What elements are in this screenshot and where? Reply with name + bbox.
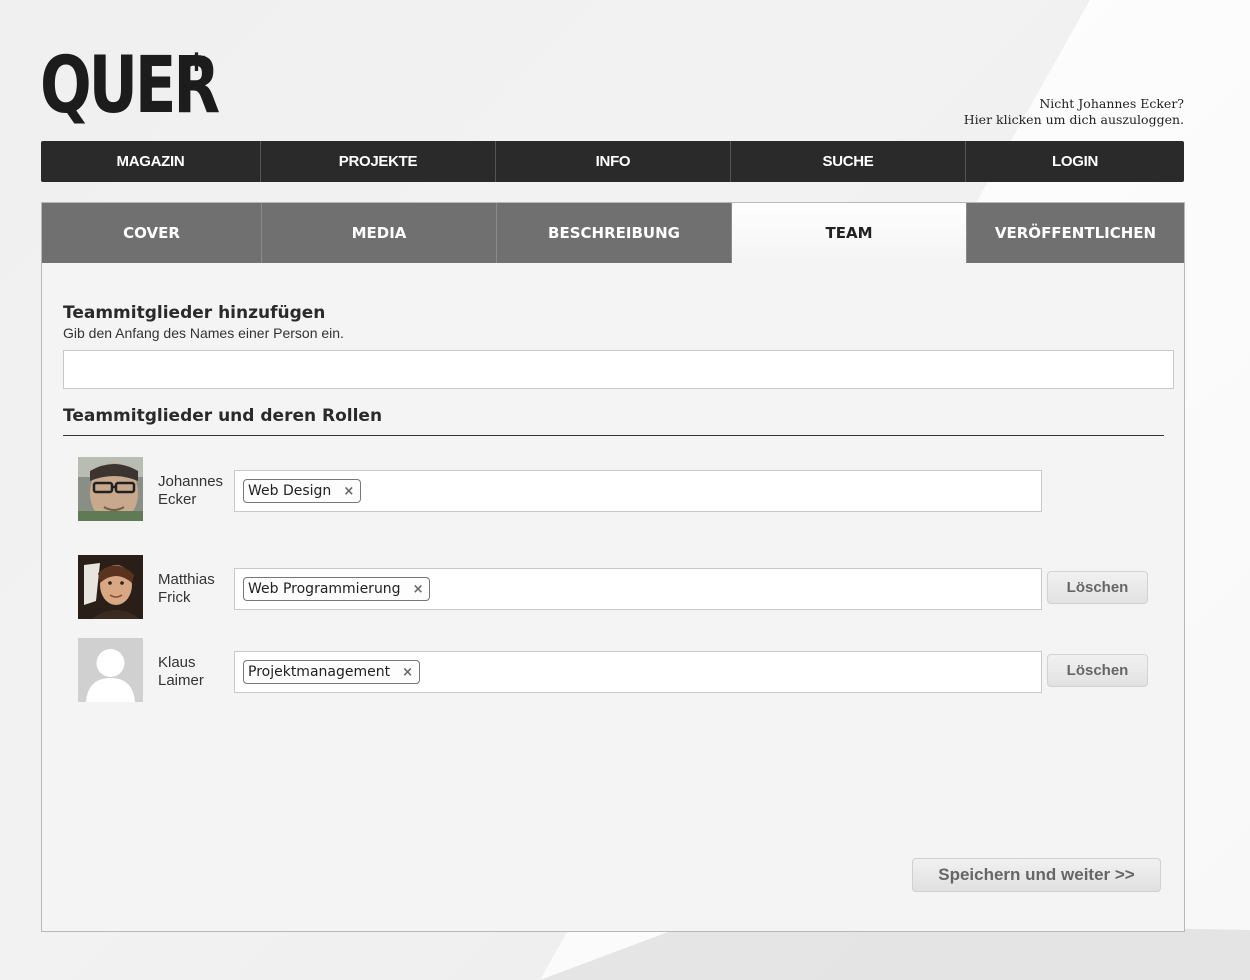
roles-title: Teammitglieder und deren Rollen xyxy=(63,406,383,426)
photo-avatar-icon xyxy=(78,457,143,521)
logo-asterisk: * xyxy=(186,46,207,92)
role-tag: Projektmanagement × xyxy=(243,660,420,684)
role-tag-label: Web Design xyxy=(248,483,332,499)
nav-item-login[interactable]: LOGIN xyxy=(966,141,1184,182)
logout-link[interactable]: Hier klicken um dich auszuloggen. xyxy=(964,112,1184,128)
member-row: Johannes Ecker Web Design × xyxy=(78,457,1158,523)
save-and-continue-button[interactable]: Speichern und weiter >> xyxy=(912,858,1161,892)
project-tabs: COVER MEDIA BESCHREIBUNG TEAM VERÖFFENTL… xyxy=(42,203,1184,263)
main-navigation: MAGAZIN PROJEKTE INFO SUCHE LOGIN xyxy=(41,141,1184,182)
nav-item-suche[interactable]: SUCHE xyxy=(731,141,966,182)
remove-role-icon[interactable]: × xyxy=(413,582,424,597)
role-input[interactable]: Projektmanagement × xyxy=(234,651,1042,693)
member-row: Klaus Laimer Projektmanagement × Löschen xyxy=(78,638,1158,704)
role-tag-label: Projektmanagement xyxy=(248,664,391,680)
tab-cover[interactable]: COVER xyxy=(42,203,262,263)
role-input[interactable]: Web Design × xyxy=(234,470,1042,512)
site-logo[interactable]: QUER * xyxy=(40,46,267,126)
nav-item-info[interactable]: INFO xyxy=(496,141,731,182)
tab-media[interactable]: MEDIA xyxy=(262,203,497,263)
member-name: Klaus Laimer xyxy=(158,654,204,689)
remove-role-icon[interactable]: × xyxy=(402,665,413,680)
avatar xyxy=(78,638,143,702)
tab-beschreibung[interactable]: BESCHREIBUNG xyxy=(497,203,732,263)
tab-veroeffentlichen[interactable]: VERÖFFENTLICHEN xyxy=(967,203,1184,263)
section-divider xyxy=(63,435,1164,436)
member-search-input[interactable] xyxy=(63,350,1174,389)
role-tag: Web Programmierung × xyxy=(243,577,431,601)
member-row: Matthias Frick Web Programmierung × Lösc… xyxy=(78,555,1158,621)
default-avatar-icon xyxy=(78,638,143,702)
add-members-title: Teammitglieder hinzufügen xyxy=(63,303,326,323)
avatar xyxy=(78,555,143,619)
delete-member-button[interactable]: Löschen xyxy=(1047,654,1148,687)
user-question: Nicht Johannes Ecker? xyxy=(1039,96,1184,111)
remove-role-icon[interactable]: × xyxy=(343,484,354,499)
avatar xyxy=(78,457,143,521)
photo-avatar-icon xyxy=(78,555,143,619)
nav-item-magazin[interactable]: MAGAZIN xyxy=(41,141,261,182)
nav-item-projekte[interactable]: PROJEKTE xyxy=(261,141,496,182)
role-tag: Web Design × xyxy=(243,479,362,503)
role-input[interactable]: Web Programmierung × xyxy=(234,568,1042,610)
member-name: Johannes Ecker xyxy=(158,473,224,508)
user-logout-info[interactable]: Nicht Johannes Ecker? Hier klicken um di… xyxy=(964,96,1184,128)
team-panel: COVER MEDIA BESCHREIBUNG TEAM VERÖFFENTL… xyxy=(41,202,1185,932)
delete-member-button[interactable]: Löschen xyxy=(1047,571,1148,604)
add-members-hint: Gib den Anfang des Names einer Person ei… xyxy=(63,325,344,341)
member-name: Matthias Frick xyxy=(158,571,215,606)
role-tag-label: Web Programmierung xyxy=(248,581,401,597)
tab-team[interactable]: TEAM xyxy=(732,203,967,263)
